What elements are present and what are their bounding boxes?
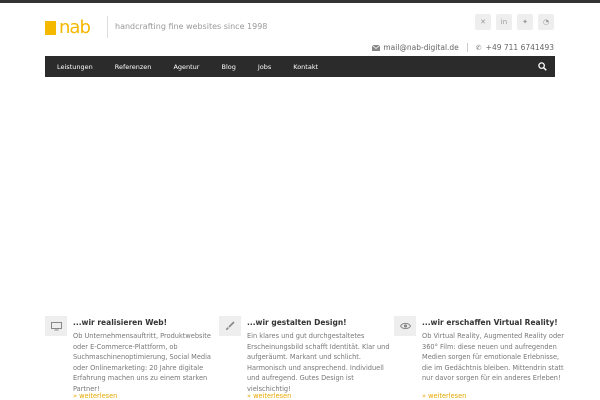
twitter-icon[interactable]: ✦ — [517, 14, 533, 30]
main-navigation: Leistungen Referenzen Agentur Blog Jobs … — [45, 56, 555, 77]
site-logo[interactable]: nab — [45, 17, 91, 38]
hero-area — [0, 77, 600, 307]
feature-text: Ein klares und gut durchgestaltetes Ersc… — [247, 332, 390, 393]
nav-item-jobs[interactable]: Jobs — [247, 56, 282, 77]
phone-link[interactable]: ✆ +49 711 6741493 — [476, 43, 554, 52]
feature-text: Ob Unternehmensauftritt, Produktwebsite … — [73, 332, 211, 393]
logo-text: nab — [59, 17, 91, 38]
top-accent-bar — [0, 0, 600, 3]
linkedin-icon[interactable]: in — [496, 14, 512, 30]
nav-item-blog[interactable]: Blog — [210, 56, 246, 77]
phone-icon: ✆ — [475, 43, 482, 52]
read-more-link[interactable]: » weiterlesen — [73, 392, 117, 400]
monitor-icon — [45, 316, 67, 336]
nav-item-referenzen[interactable]: Referenzen — [104, 56, 163, 77]
eye-icon — [394, 316, 416, 336]
contact-separator — [466, 43, 468, 52]
contact-info: mail@nab-digital.de ✆ +49 711 6741493 — [372, 43, 554, 52]
xing-icon[interactable]: ✕ — [475, 14, 491, 30]
rss-icon[interactable]: ◔ — [538, 14, 554, 30]
nav-item-kontakt[interactable]: Kontakt — [282, 56, 329, 77]
brush-icon — [219, 316, 241, 336]
feature-title: ...wir erschaffen Virtual Reality! — [422, 318, 558, 327]
read-more-link[interactable]: » weiterlesen — [422, 392, 466, 400]
tagline: handcrafting fine websites since 1998 — [115, 22, 268, 31]
logo-square — [45, 21, 56, 35]
read-more-link[interactable]: » weiterlesen — [247, 392, 291, 400]
nav-item-agentur[interactable]: Agentur — [162, 56, 210, 77]
email-link[interactable]: mail@nab-digital.de — [372, 43, 459, 52]
feature-title: ...wir gestalten Design! — [247, 318, 347, 327]
email-text: mail@nab-digital.de — [383, 43, 459, 52]
feature-text: Ob Virtual Reality, Augmented Reality od… — [422, 332, 564, 383]
mail-icon — [372, 44, 381, 51]
social-links: ✕ in ✦ ◔ — [475, 14, 554, 30]
phone-text: +49 711 6741493 — [485, 43, 554, 52]
feature-title: ...wir realisieren Web! — [73, 318, 168, 327]
nav-item-leistungen[interactable]: Leistungen — [45, 56, 104, 77]
search-icon[interactable] — [538, 62, 547, 71]
logo-divider — [107, 16, 108, 38]
